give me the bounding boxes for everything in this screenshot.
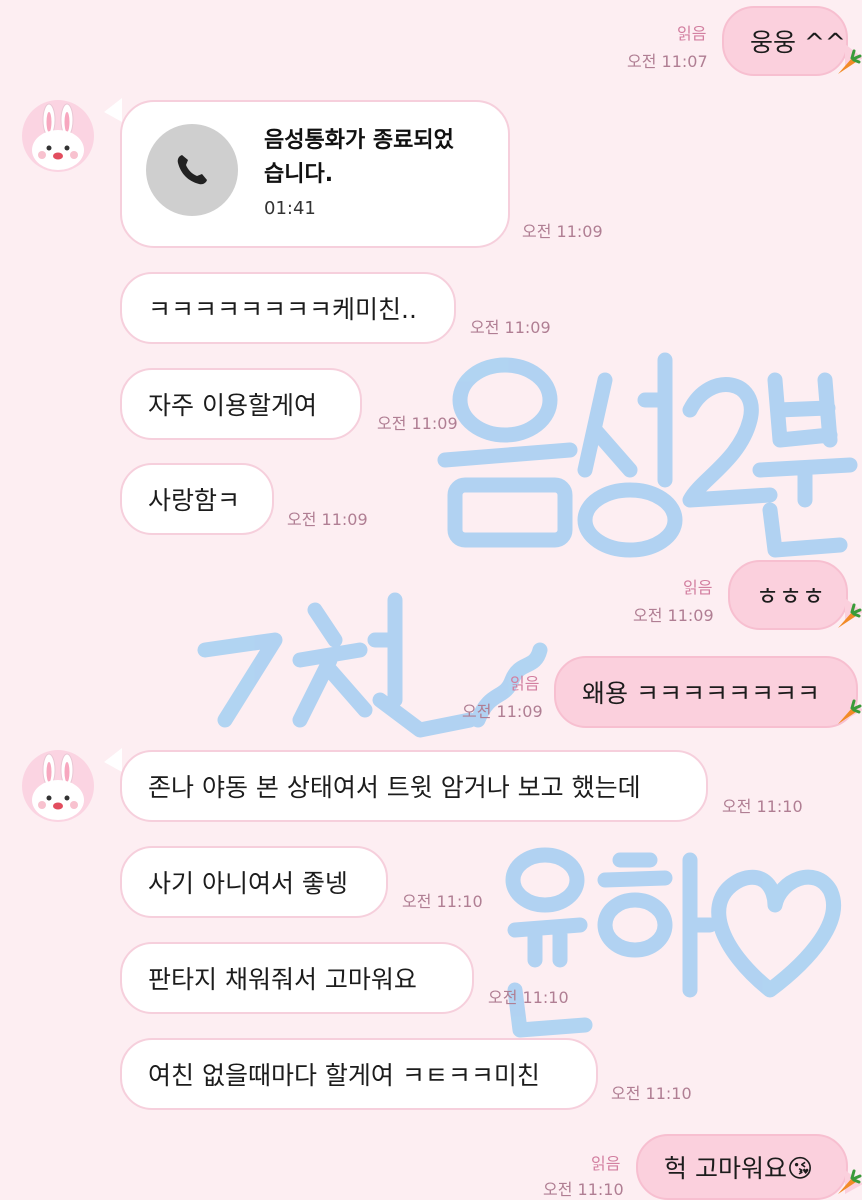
phone-icon <box>146 124 238 216</box>
bunny-avatar-icon[interactable] <box>22 100 94 172</box>
message-time: 오전 11:10 <box>488 988 569 1007</box>
message-time: 오전 11:10 <box>611 1084 692 1103</box>
read-receipt: 읽음 <box>677 24 707 43</box>
message-time: 오전 11:07 <box>627 52 708 71</box>
incoming-message-bubble[interactable]: 사기 아니여서 좋넹 <box>120 846 388 918</box>
message-time: 오전 11:10 <box>722 797 803 816</box>
bunny-avatar-icon[interactable] <box>22 750 94 822</box>
message-text: 판타지 채워줘서 고마워요 <box>148 965 417 994</box>
carrot-icon <box>838 603 862 628</box>
outgoing-message-bubble[interactable]: 헉 고마워요😘 <box>636 1134 848 1200</box>
message-time: 오전 11:09 <box>287 510 368 529</box>
read-receipt: 읽음 <box>510 674 540 693</box>
bubble-tail <box>104 98 122 122</box>
message-text: 왜용 ㅋㅋㅋㅋㅋㅋㅋㅋ <box>582 679 820 708</box>
message-text: ㅋㅋㅋㅋㅋㅋㅋㅋ케미친.. <box>148 295 417 324</box>
incoming-message-bubble[interactable]: ㅋㅋㅋㅋㅋㅋㅋㅋ케미친.. <box>120 272 456 344</box>
message-text: 존나 야동 본 상태여서 트윗 암거나 보고 했는데 <box>148 773 641 802</box>
message-time: 오전 11:09 <box>633 606 714 625</box>
carrot-icon <box>838 1169 862 1194</box>
message-time: 오전 11:10 <box>543 1180 624 1199</box>
read-receipt: 읽음 <box>591 1154 621 1173</box>
bubble-tail <box>104 748 122 772</box>
carrot-icon <box>838 49 862 74</box>
message-text: 헉 고마워요😘 <box>664 1154 814 1183</box>
message-time: 오전 11:09 <box>522 222 603 241</box>
call-duration: 01:41 <box>264 198 316 219</box>
incoming-message-bubble[interactable]: 여친 없을때마다 할게여 ㅋㅌㅋㅋ미친 <box>120 1038 598 1110</box>
message-time: 오전 11:09 <box>470 318 551 337</box>
call-status-text: 음성통화가 종료되었습니다. <box>264 128 454 187</box>
incoming-message-bubble[interactable]: 판타지 채워줘서 고마워요 <box>120 942 474 1014</box>
message-text: 자주 이용할게여 <box>148 391 317 420</box>
message-text: ㅎㅎㅎ <box>756 582 826 611</box>
message-time: 오전 11:10 <box>402 892 483 911</box>
carrot-icon <box>838 699 862 724</box>
read-receipt: 읽음 <box>683 578 713 597</box>
incoming-message-bubble[interactable]: 존나 야동 본 상태여서 트윗 암거나 보고 했는데 <box>120 750 708 822</box>
message-text: 사기 아니여서 좋넹 <box>148 869 348 898</box>
message-time: 오전 11:09 <box>377 414 458 433</box>
incoming-message-bubble[interactable]: 자주 이용할게여 <box>120 368 362 440</box>
message-time: 오전 11:09 <box>462 702 543 721</box>
outgoing-message-bubble[interactable]: 왜용 ㅋㅋㅋㅋㅋㅋㅋㅋ <box>554 656 858 728</box>
incoming-message-bubble[interactable]: 사랑함ㅋ <box>120 463 274 535</box>
outgoing-message-bubble[interactable]: ㅎㅎㅎ <box>728 560 848 630</box>
outgoing-message-bubble[interactable]: 웅웅 ^^ <box>722 6 848 76</box>
message-text: 여친 없을때마다 할게여 ㅋㅌㅋㅋ미친 <box>148 1061 540 1090</box>
message-text: 사랑함ㅋ <box>148 486 241 515</box>
voice-call-ended-card[interactable]: 음성통화가 종료되었습니다. 01:41 <box>120 100 510 248</box>
